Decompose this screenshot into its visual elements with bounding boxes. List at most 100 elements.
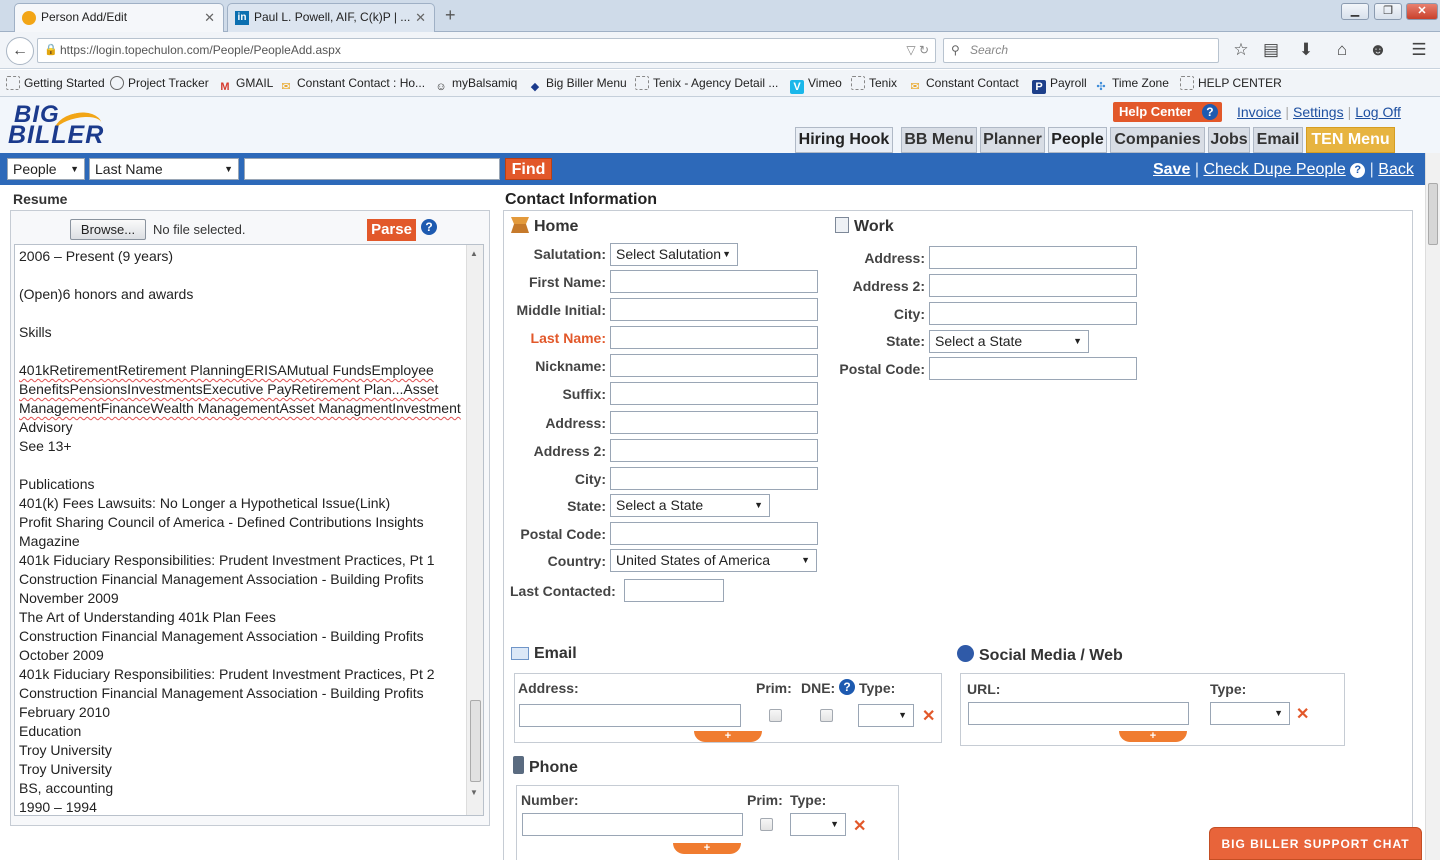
search-field-value: Last Name bbox=[95, 161, 163, 177]
restore-window-button[interactable]: ❐ bbox=[1374, 3, 1402, 20]
bookmark-big-biller-menu[interactable]: ◆ Big Biller Menu bbox=[528, 75, 627, 94]
search-field-select[interactable]: Last Name ▼ bbox=[89, 158, 239, 180]
bookmark-star-icon[interactable]: ☆ bbox=[1230, 40, 1252, 60]
scrollbar-thumb[interactable] bbox=[470, 700, 481, 782]
browser-search-input[interactable]: ⚲ Search bbox=[943, 38, 1219, 63]
support-chat-button[interactable]: BIG BILLER SUPPORT CHAT bbox=[1209, 827, 1422, 860]
remove-url-icon[interactable]: ✕ bbox=[1296, 704, 1309, 724]
constant-contact-icon: ✉ bbox=[910, 81, 920, 93]
parse-help-icon[interactable]: ? bbox=[421, 219, 437, 235]
reading-list-icon[interactable]: ▤ bbox=[1260, 40, 1282, 60]
bookmark-mybalsamiq[interactable]: ☺ myBalsamiq bbox=[434, 75, 517, 94]
email-address-field[interactable] bbox=[519, 704, 741, 727]
bookmark-constant-contact-home[interactable]: ✉ Constant Contact : Ho... bbox=[279, 75, 425, 94]
home-postal-code-field[interactable] bbox=[610, 522, 818, 545]
work-postal-code-field[interactable] bbox=[929, 357, 1137, 380]
bookmark-project-tracker[interactable]: Project Tracker bbox=[110, 75, 209, 91]
email-prim-checkbox[interactable] bbox=[769, 709, 782, 722]
resume-textarea[interactable]: 2006 – Present (9 years) (Open)6 honors … bbox=[14, 244, 484, 816]
minimize-window-button[interactable]: ▁ bbox=[1341, 3, 1369, 20]
remove-email-icon[interactable]: ✕ bbox=[922, 706, 935, 726]
phone-number-field[interactable] bbox=[522, 813, 743, 836]
tab-hiring-hook[interactable]: Hiring Hook bbox=[795, 127, 893, 153]
close-tab-icon[interactable]: ✕ bbox=[415, 4, 426, 31]
first-name-field[interactable] bbox=[610, 270, 818, 293]
back-link[interactable]: Back bbox=[1378, 161, 1414, 178]
help-center-button[interactable]: Help Center ? bbox=[1113, 102, 1222, 122]
work-address-field[interactable] bbox=[929, 246, 1137, 269]
country-select[interactable]: United States of America ▼ bbox=[610, 549, 817, 572]
resume-scrollbar[interactable]: ▲ ▼ bbox=[466, 245, 483, 815]
tab-person-add-edit[interactable]: Person Add/Edit ✕ bbox=[14, 3, 224, 32]
url-field[interactable] bbox=[968, 702, 1189, 725]
add-email-button[interactable]: + bbox=[694, 731, 762, 742]
question-icon[interactable]: ? bbox=[1350, 163, 1366, 178]
home-address2-field[interactable] bbox=[610, 439, 818, 462]
log-off-link[interactable]: Log Off bbox=[1355, 104, 1401, 120]
salutation-select[interactable]: Select Salutation ▼ bbox=[610, 243, 738, 266]
chat-icon[interactable]: ☻ bbox=[1367, 40, 1389, 60]
work-address2-field[interactable] bbox=[929, 274, 1137, 297]
dne-help-icon[interactable]: ? bbox=[839, 679, 855, 695]
bookmark-payroll[interactable]: P Payroll bbox=[1032, 75, 1087, 94]
quick-search-input[interactable] bbox=[244, 158, 500, 180]
save-link[interactable]: Save bbox=[1153, 161, 1190, 178]
email-type-select[interactable]: ▼ bbox=[858, 704, 914, 727]
parse-button[interactable]: Parse bbox=[367, 219, 416, 241]
downloads-icon[interactable]: ⬇ bbox=[1295, 40, 1317, 60]
work-city-field[interactable] bbox=[929, 302, 1137, 325]
tab-planner[interactable]: Planner bbox=[980, 127, 1045, 153]
reload-icon[interactable]: ▽ ↻ bbox=[906, 39, 929, 62]
phone-prim-checkbox[interactable] bbox=[760, 818, 773, 831]
check-dupe-people-link[interactable]: Check Dupe People bbox=[1203, 161, 1345, 178]
remove-phone-icon[interactable]: ✕ bbox=[853, 816, 866, 836]
bookmark-time-zone[interactable]: ✣ Time Zone bbox=[1094, 75, 1169, 94]
scroll-up-arrow-icon[interactable]: ▲ bbox=[470, 249, 478, 258]
work-state-select[interactable]: Select a State ▼ bbox=[929, 330, 1089, 353]
scrollbar-thumb[interactable] bbox=[1428, 183, 1438, 245]
tab-linkedin-profile[interactable]: in Paul L. Powell, AIF, C(k)P | ... ✕ bbox=[227, 3, 435, 32]
settings-link[interactable]: Settings bbox=[1293, 104, 1344, 120]
new-tab-button[interactable]: + bbox=[445, 5, 456, 26]
bookmark-getting-started[interactable]: Getting Started bbox=[6, 75, 105, 91]
close-tab-icon[interactable]: ✕ bbox=[204, 4, 215, 31]
bookmark-tenix-agency-detail[interactable]: Tenix - Agency Detail ... bbox=[635, 75, 778, 91]
entity-select[interactable]: People ▼ bbox=[7, 158, 85, 180]
social-type-select[interactable]: ▼ bbox=[1210, 702, 1290, 725]
suffix-field[interactable] bbox=[610, 382, 818, 405]
back-arrow-icon[interactable]: ← bbox=[6, 37, 34, 65]
home-city-field[interactable] bbox=[610, 467, 818, 490]
address-bar[interactable]: 🔒 https://login.topechulon.com/People/Pe… bbox=[37, 38, 936, 63]
add-phone-button[interactable]: + bbox=[673, 843, 741, 854]
tab-bb-menu[interactable]: BB Menu bbox=[901, 127, 977, 153]
scroll-down-arrow-icon[interactable]: ▼ bbox=[470, 788, 478, 797]
big-biller-logo[interactable]: BIG BILLER bbox=[8, 101, 108, 149]
phone-type-select[interactable]: ▼ bbox=[790, 813, 846, 836]
home-state-select[interactable]: Select a State ▼ bbox=[610, 494, 770, 517]
browse-button[interactable]: Browse... bbox=[70, 219, 146, 240]
work-state-label: State: bbox=[886, 333, 925, 349]
home-icon[interactable]: ⌂ bbox=[1331, 40, 1353, 60]
tab-people[interactable]: People bbox=[1048, 127, 1107, 153]
home-address-field[interactable] bbox=[610, 411, 818, 434]
close-window-button[interactable]: ✕ bbox=[1406, 3, 1438, 20]
invoice-link[interactable]: Invoice bbox=[1237, 104, 1281, 120]
tab-companies[interactable]: Companies bbox=[1110, 127, 1205, 153]
page-scrollbar[interactable] bbox=[1425, 153, 1440, 860]
bookmark-tenix[interactable]: Tenix bbox=[851, 75, 897, 91]
bookmark-help-center[interactable]: HELP CENTER bbox=[1180, 75, 1282, 91]
bookmark-constant-contact[interactable]: ✉ Constant Contact bbox=[908, 75, 1018, 94]
menu-hamburger-icon[interactable]: ☰ bbox=[1408, 40, 1430, 60]
last-name-field[interactable] bbox=[610, 326, 818, 349]
tab-jobs[interactable]: Jobs bbox=[1208, 127, 1250, 153]
bookmark-gmail[interactable]: M GMAIL bbox=[218, 75, 273, 94]
middle-initial-field[interactable] bbox=[610, 298, 818, 321]
find-button[interactable]: Find bbox=[505, 158, 552, 180]
bookmark-vimeo[interactable]: V Vimeo bbox=[790, 75, 842, 94]
last-contacted-field[interactable] bbox=[624, 579, 724, 602]
add-url-button[interactable]: + bbox=[1119, 731, 1187, 742]
tab-email[interactable]: Email bbox=[1253, 127, 1303, 153]
tab-ten-menu[interactable]: TEN Menu bbox=[1306, 127, 1395, 153]
nickname-field[interactable] bbox=[610, 354, 818, 377]
email-dne-checkbox[interactable] bbox=[820, 709, 833, 722]
